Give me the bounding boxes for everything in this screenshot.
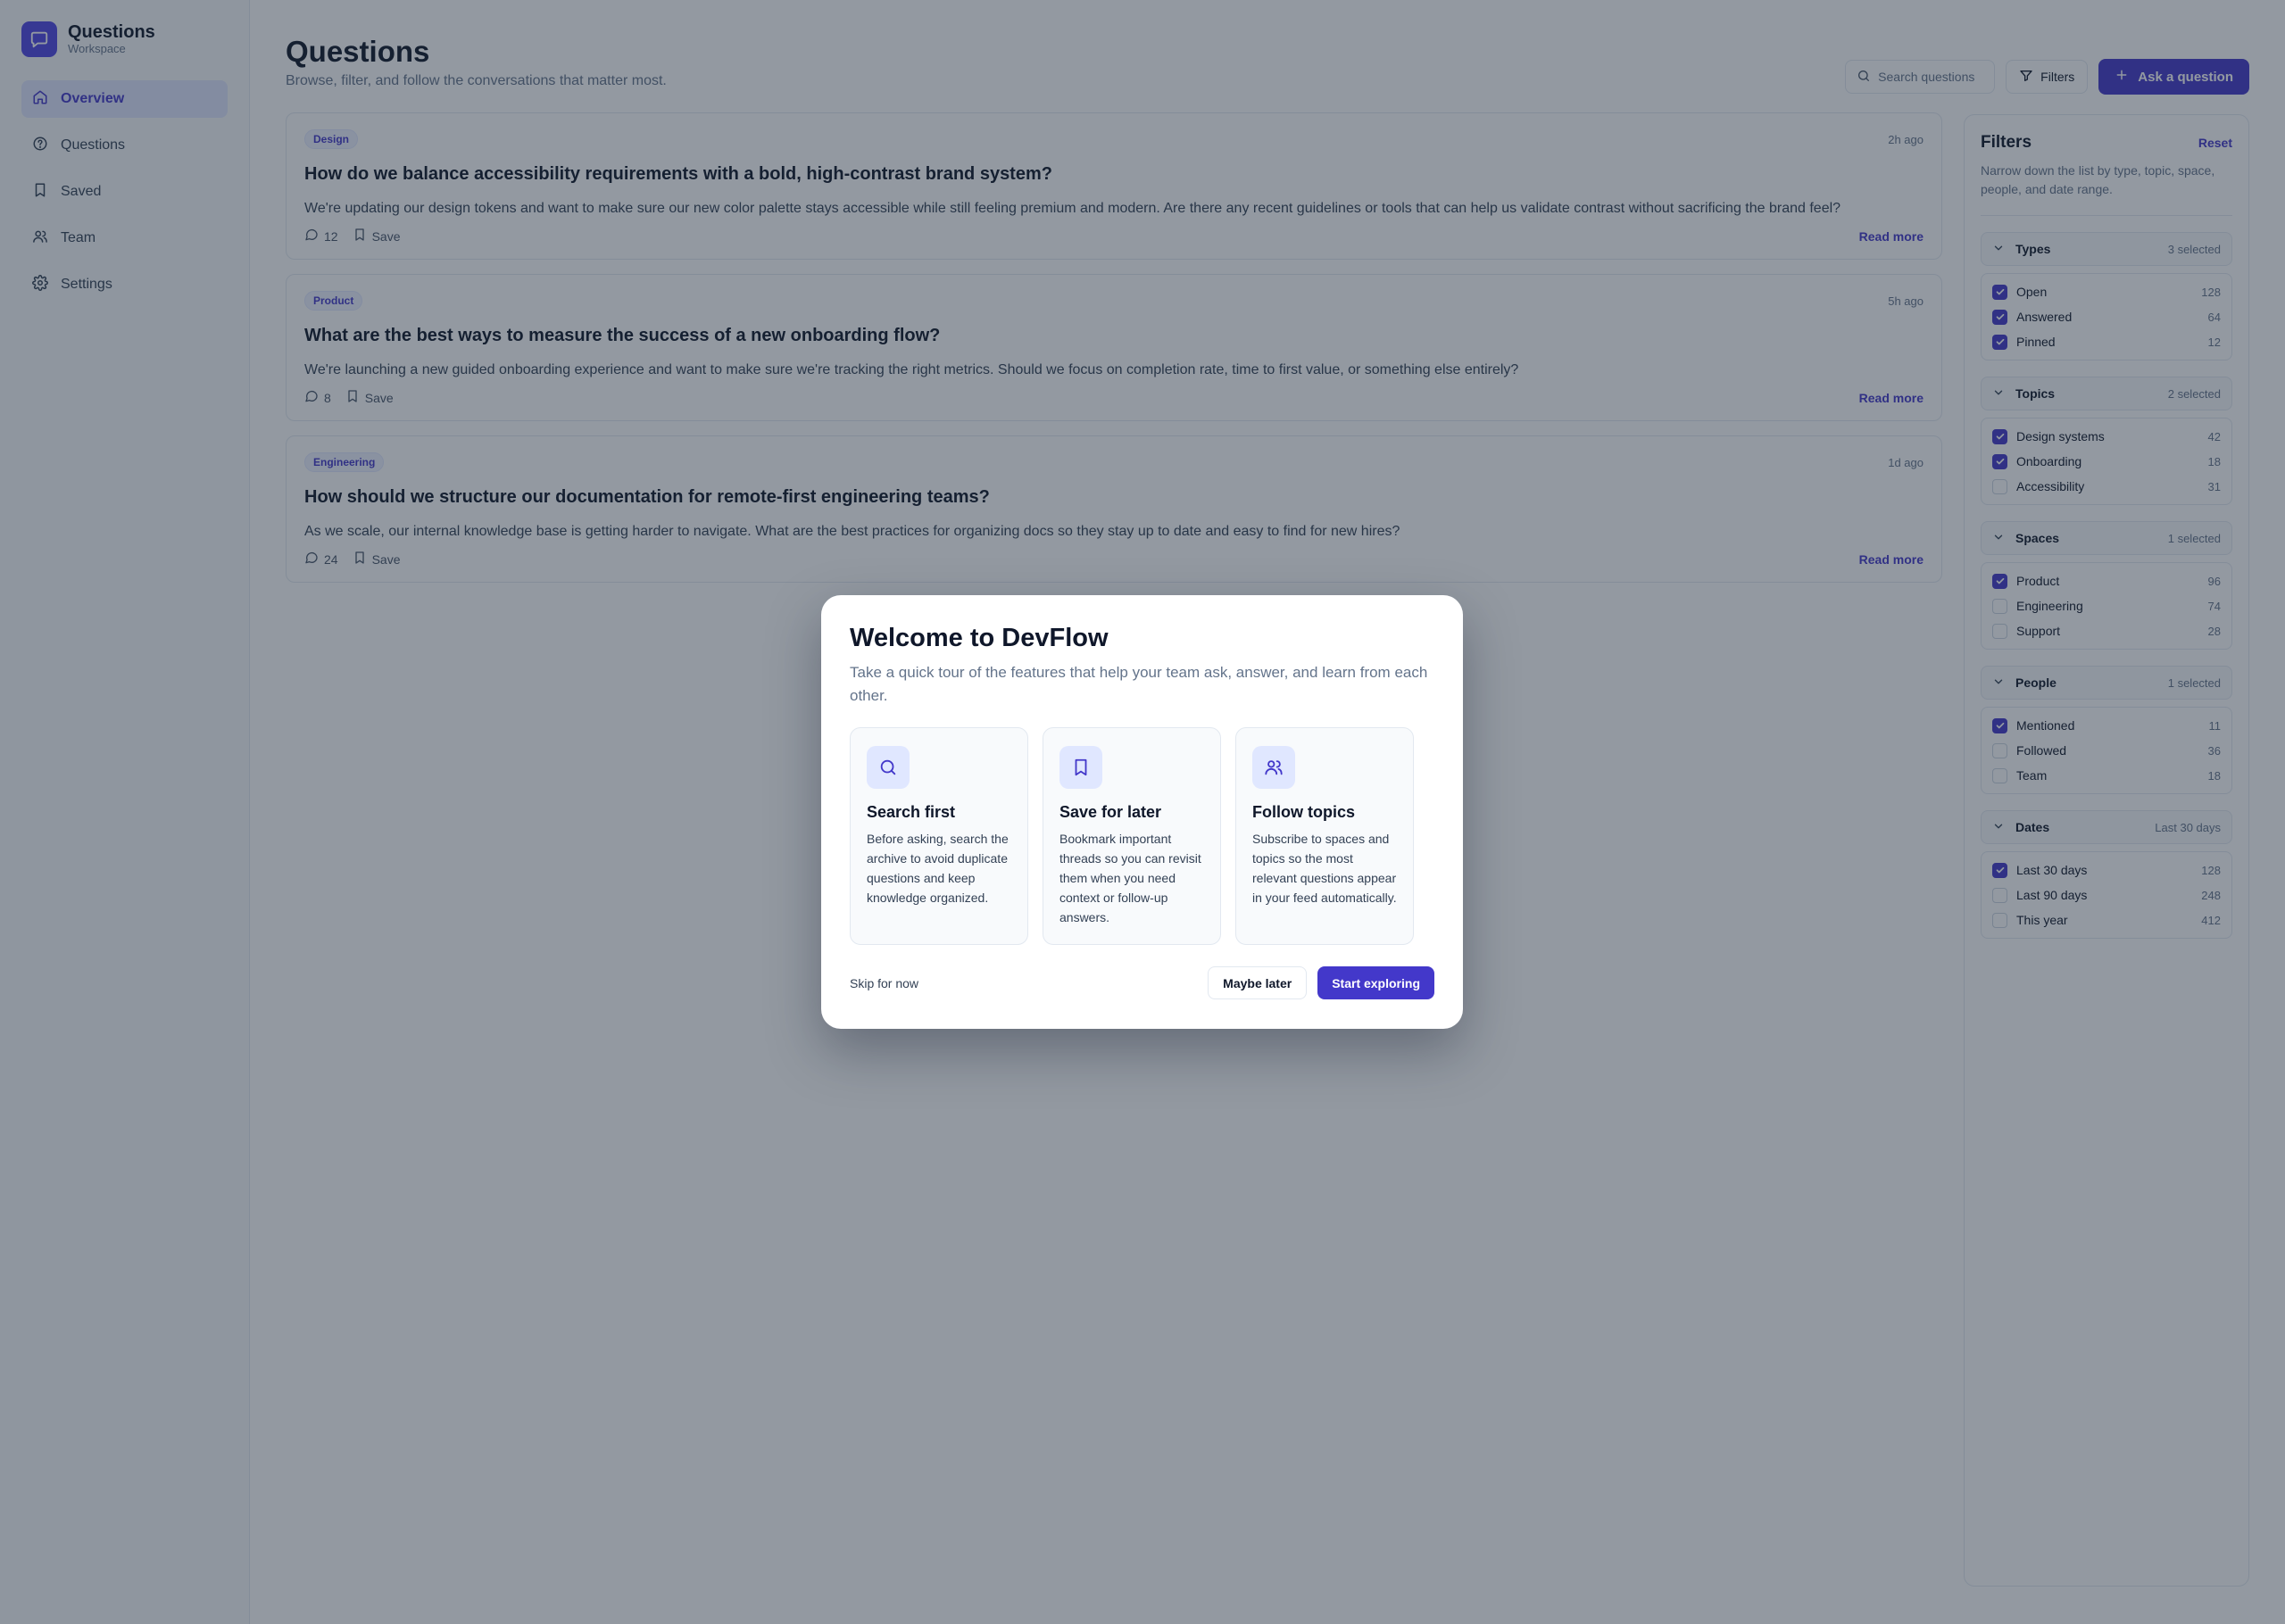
feature-list: Search first Before asking, search the a…	[850, 727, 1434, 945]
feature-card-save: Save for later Bookmark important thread…	[1043, 727, 1221, 945]
app-root: Questions Workspace Overview Questions S…	[0, 0, 2285, 1624]
maybe-later-button[interactable]: Maybe later	[1208, 966, 1308, 999]
feature-title: Follow topics	[1252, 803, 1355, 821]
feature-card-follow: Follow topics Subscribe to spaces and to…	[1235, 727, 1414, 945]
search-icon	[867, 746, 910, 789]
feature-description: Bookmark important threads so you can re…	[1059, 832, 1201, 924]
modal-subtitle: Take a quick tour of the features that h…	[850, 664, 1428, 704]
feature-description: Subscribe to spaces and topics so the mo…	[1252, 832, 1397, 905]
feature-title: Save for later	[1059, 803, 1162, 821]
modal-title: Welcome to DevFlow	[850, 624, 1109, 652]
users-icon	[1252, 746, 1295, 789]
start-exploring-button[interactable]: Start exploring	[1317, 966, 1434, 999]
feature-title: Search first	[867, 803, 956, 821]
welcome-modal: Welcome to DevFlow Take a quick tour of …	[821, 595, 1463, 1029]
bookmark-icon	[1059, 746, 1102, 789]
feature-description: Before asking, search the archive to avo…	[867, 832, 1009, 905]
feature-card-search: Search first Before asking, search the a…	[850, 727, 1028, 945]
skip-button[interactable]: Skip for now	[850, 976, 918, 990]
